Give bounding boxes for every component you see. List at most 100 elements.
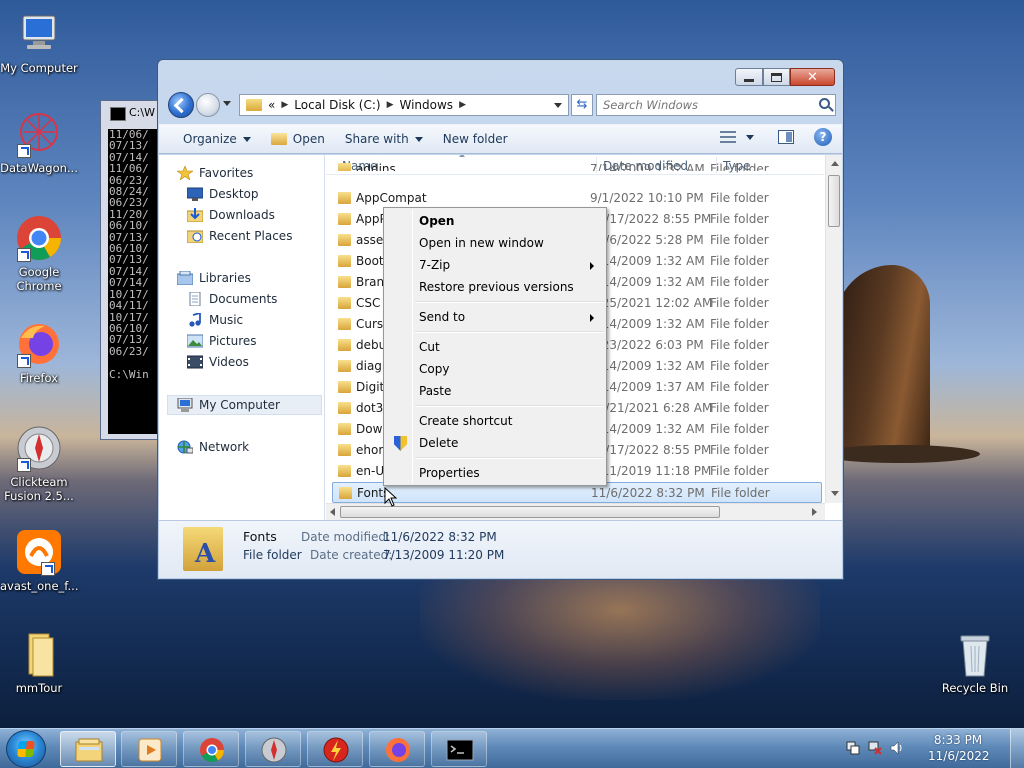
details-modified-value: 11/6/2022 8:32 PM xyxy=(383,530,497,544)
table-row[interactable]: addins 7/14/2009 1:32 AM File folder xyxy=(332,159,822,171)
search-input[interactable] xyxy=(597,95,807,115)
nav-downloads[interactable]: Downloads xyxy=(187,205,275,225)
chevron-right-icon[interactable]: ▶ xyxy=(281,100,288,110)
nav-videos[interactable]: Videos xyxy=(187,352,249,372)
taskbar-cmd[interactable] xyxy=(431,731,487,767)
desktop-icon-label: Google Chrome xyxy=(16,265,62,293)
chevron-right-icon[interactable]: ▶ xyxy=(459,100,466,110)
scroll-up-icon[interactable] xyxy=(831,161,839,166)
menu-item-send-to[interactable]: Send to xyxy=(386,307,604,328)
address-bar[interactable]: « ▶ Local Disk (C:) ▶ Windows ▶ xyxy=(239,94,569,116)
forward-button[interactable] xyxy=(196,93,220,117)
horizontal-scroll-thumb[interactable] xyxy=(340,506,720,518)
nav-favorites[interactable]: Favorites xyxy=(177,163,253,183)
wallpaper-rock xyxy=(835,265,930,460)
details-created-label: Date created: xyxy=(310,548,393,562)
menu-separator xyxy=(415,331,604,333)
chevron-down-icon[interactable] xyxy=(746,134,754,140)
nav-libraries[interactable]: Libraries xyxy=(177,268,251,288)
desktop-icon-clickteam[interactable]: Clickteam Fusion 2.5... xyxy=(0,424,78,503)
clock-time[interactable]: 8:33 PM xyxy=(928,733,988,747)
menu-item-create-shortcut[interactable]: Create shortcut xyxy=(386,411,604,432)
details-kind: File folder xyxy=(243,548,302,562)
nav-music[interactable]: Music xyxy=(187,310,243,330)
refresh-button[interactable]: ⇆ xyxy=(571,94,593,116)
minimize-button[interactable] xyxy=(735,68,763,86)
open-button[interactable]: Open xyxy=(261,127,335,151)
vertical-scroll-thumb[interactable] xyxy=(828,175,840,227)
table-row[interactable]: AppCompat 9/1/2022 10:10 PM File folder xyxy=(332,188,822,209)
taskbar-flash[interactable] xyxy=(307,731,363,767)
nav-documents[interactable]: Documents xyxy=(187,289,277,309)
breadcrumb-local-disk[interactable]: Local Disk (C:) xyxy=(294,98,380,112)
taskbar-explorer[interactable] xyxy=(60,731,116,767)
search-box[interactable] xyxy=(596,94,836,116)
folder-icon xyxy=(339,487,352,499)
search-icon[interactable] xyxy=(819,98,830,109)
taskbar-firefox[interactable] xyxy=(369,731,425,767)
nav-desktop[interactable]: Desktop xyxy=(187,184,259,204)
help-icon[interactable]: ? xyxy=(814,128,832,146)
desktop-icon-firefox[interactable]: Firefox xyxy=(0,320,78,385)
menu-item-open[interactable]: Open xyxy=(386,211,604,232)
breadcrumb-overflow[interactable]: « xyxy=(268,98,275,112)
horizontal-scrollbar[interactable] xyxy=(326,503,825,520)
menu-item-copy[interactable]: Copy xyxy=(386,359,604,380)
address-dropdown-icon[interactable] xyxy=(554,103,562,108)
scroll-right-icon[interactable] xyxy=(812,508,817,516)
file-date-modified: 6/25/2021 12:02 AM xyxy=(590,296,713,310)
new-folder-button[interactable]: New folder xyxy=(433,127,518,151)
firefox-icon xyxy=(15,320,63,368)
desktop-icon-label: avast_one_f... xyxy=(0,579,79,593)
menu-item-restore-previous-versions[interactable]: Restore previous versions xyxy=(386,277,604,298)
menu-item-open-new-window[interactable]: Open in new window xyxy=(386,233,604,254)
desktop-icon-avast[interactable]: avast_one_f... xyxy=(0,528,78,593)
show-desktop-button[interactable] xyxy=(1010,729,1024,768)
breadcrumb-windows[interactable]: Windows xyxy=(399,98,453,112)
organize-button[interactable]: Organize xyxy=(173,127,261,151)
action-center-flag-icon[interactable] xyxy=(846,741,860,755)
close-icon: ✕ xyxy=(807,69,818,85)
desktop-icon-google-chrome[interactable]: Google Chrome xyxy=(0,214,78,293)
close-button[interactable]: ✕ xyxy=(790,68,835,86)
taskbar-clickteam[interactable] xyxy=(245,731,301,767)
menu-item-7zip[interactable]: 7-Zip xyxy=(386,255,604,276)
desktop-icon-recycle-bin[interactable]: Recycle Bin xyxy=(936,630,1014,695)
vertical-scrollbar[interactable] xyxy=(825,155,842,503)
taskbar-chrome[interactable] xyxy=(183,731,239,767)
scroll-down-icon[interactable] xyxy=(831,491,839,496)
desktop-icon-datawagon[interactable]: DataWagon... xyxy=(0,110,78,175)
file-type: File folder xyxy=(710,401,769,415)
file-date-modified: 11/6/2022 5:28 PM xyxy=(590,233,704,247)
nav-my-computer[interactable]: My Computer xyxy=(177,395,280,415)
clock-date[interactable]: 11/6/2022 xyxy=(928,749,990,763)
chevron-right-icon[interactable]: ▶ xyxy=(387,100,394,110)
chevron-down-icon xyxy=(242,136,251,142)
maximize-button[interactable] xyxy=(763,68,790,86)
toolbar-right: ? xyxy=(720,128,832,146)
nav-pictures[interactable]: Pictures xyxy=(187,331,257,351)
desktop-icon-my-computer[interactable]: My Computer xyxy=(0,10,78,75)
start-button[interactable] xyxy=(6,730,46,768)
desktop-icon-mmtour[interactable]: mmTour xyxy=(0,630,78,695)
network-disconnected-icon[interactable] xyxy=(868,741,882,755)
menu-item-paste[interactable]: Paste xyxy=(386,381,604,402)
chevron-down-icon xyxy=(414,136,423,142)
recent-pages-dropdown-icon[interactable] xyxy=(223,101,231,106)
command-bar: Organize Open Share with New folder ? xyxy=(159,124,842,154)
taskbar-media-player[interactable] xyxy=(121,731,177,767)
back-button[interactable] xyxy=(168,92,194,118)
share-with-button[interactable]: Share with xyxy=(335,127,433,151)
open-folder-icon xyxy=(270,133,287,145)
menu-item-cut[interactable]: Cut xyxy=(386,337,604,358)
nav-network[interactable]: Network xyxy=(177,437,249,457)
menu-item-properties[interactable]: Properties xyxy=(386,463,604,484)
nav-recent-places[interactable]: Recent Places xyxy=(187,226,292,246)
navigation-pane: Favorites Desktop Downloads Recent Place… xyxy=(159,155,325,520)
menu-item-delete[interactable]: Delete xyxy=(386,433,604,454)
preview-pane-icon[interactable] xyxy=(778,130,794,144)
scroll-left-icon[interactable] xyxy=(330,508,335,516)
volume-icon[interactable] xyxy=(890,741,904,755)
minimize-icon xyxy=(744,78,754,82)
change-view-icon[interactable] xyxy=(720,131,736,143)
